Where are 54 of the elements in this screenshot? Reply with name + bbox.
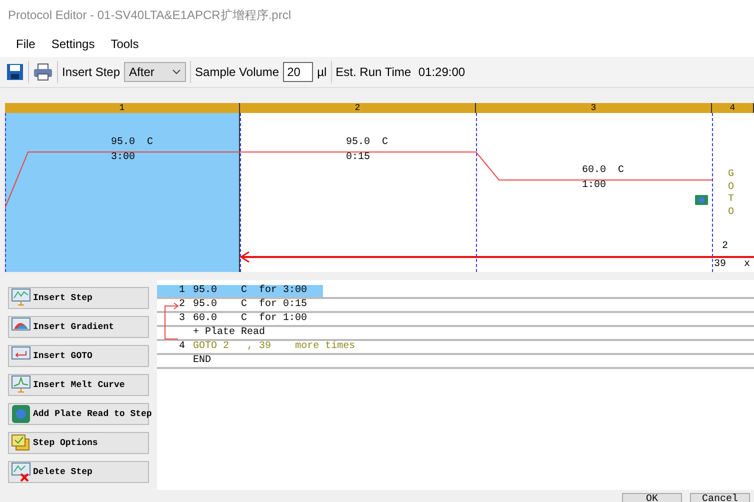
menu-item[interactable]: File [8,36,44,50]
action-button[interactable]: Insert Gradient [8,316,149,338]
caret-icon [172,69,182,75]
step-header[interactable]: 3 [476,103,712,113]
action-button[interactable]: Delete Step [8,461,149,483]
step-header[interactable]: 4 [712,103,754,113]
action-button[interactable]: Add Plate Read to Step [8,403,149,425]
camera-icon [695,194,708,205]
window-title: Protocol Editor - 01-SV40LTA&E1APCR扩增程序.prcl [0,0,754,30]
step-duration: 3:00 [111,152,136,163]
sample-volume-field[interactable]: 20 [283,62,314,82]
protocol-row[interactable]: END [157,355,212,367]
action-button[interactable]: Insert GOTO [8,345,149,367]
step-column[interactable]: 95.0 C 3:00 [5,113,240,272]
goto-label: GOTO [728,169,736,219]
times-mark: x [744,259,750,270]
step-duration: 0:15 [346,152,372,163]
sample-volume-label: Sample Volume [195,65,280,79]
protocol-row[interactable]: 1 95.0 C for 3:00 [157,285,324,297]
dialog-button[interactable]: OK [622,493,682,502]
menu-item[interactable]: Settings [43,36,103,50]
protocol-row[interactable]: 2 95.0 C for 0:15 [157,299,308,311]
save-icon[interactable] [6,63,24,81]
step-temperature: 95.0 C [111,137,154,148]
protocol-row[interactable]: 4 GOTO 2 , 39 more times [157,341,356,353]
step-temperature: 95.0 C [346,137,388,148]
step-temperature: 60.0 C [582,165,624,176]
menu-item[interactable]: Tools [102,36,147,50]
action-icon [11,375,31,395]
action-button[interactable]: Insert Melt Curve [8,374,149,396]
action-icon [11,288,31,308]
goto-target: 2 [722,241,728,252]
step-column[interactable]: GOTO 2 39 x [712,113,754,272]
action-icon [11,462,31,482]
dialog-button[interactable]: Cancel [690,493,750,502]
run-time-value: 01:29:00 [417,65,466,79]
protocol-row[interactable]: 3 60.0 C for 1:00 [157,313,308,325]
step-duration: 1:00 [582,180,608,191]
action-button[interactable]: Insert Step [8,287,149,309]
action-button[interactable]: Step Options [8,432,149,454]
unit-label: µl [317,65,327,79]
print-icon[interactable] [33,63,53,81]
step-column[interactable]: 95.0 C 0:15 [240,113,476,272]
insert-step-label: Insert Step [62,65,120,79]
step-header[interactable]: 1 [5,103,240,113]
loop-arrow [163,302,181,342]
action-icon [11,433,31,453]
insert-step-dropdown[interactable]: After [124,62,186,82]
step-header[interactable]: 2 [240,103,476,113]
run-time-label: Est. Run Time [336,65,412,79]
step-column[interactable]: 60.0 C 1:00 [476,113,712,272]
protocol-row[interactable]: + Plate Read [157,327,266,339]
repeat-count: 39 [714,259,726,270]
action-icon [11,404,31,424]
